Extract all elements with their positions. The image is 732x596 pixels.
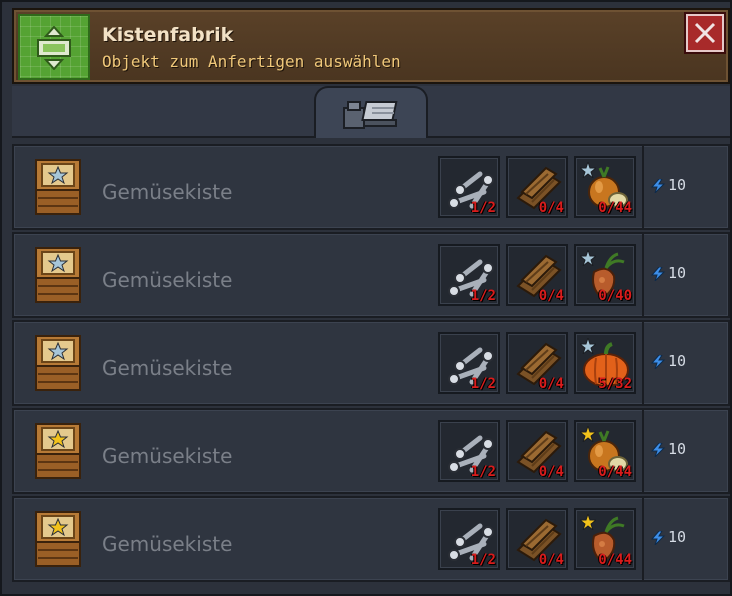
ingredient-count: 1/2 (470, 376, 496, 392)
lightning-icon (650, 530, 666, 545)
category-tab-bar (12, 86, 730, 138)
lightning-icon (650, 354, 666, 369)
window-subtitle: Objekt zum Anfertigen auswählen (102, 52, 401, 71)
energy-value: 10 (668, 352, 687, 370)
recipe-row-main[interactable]: Gemüsekiste 1/2 0/4 (14, 234, 644, 316)
ingredient-count: 1/2 (470, 464, 496, 480)
recipe-row-main[interactable]: Gemüsekiste 1/2 0/4 (14, 146, 644, 228)
close-button[interactable] (686, 14, 724, 52)
ingredient-count: 0/4 (538, 552, 564, 568)
ingredient-slot[interactable]: 0/4 (506, 508, 568, 570)
recipe-row[interactable]: Gemüsekiste 1/2 0/4 (12, 408, 730, 494)
ingredient-count: 0/44 (598, 552, 632, 568)
ingredient-slot[interactable]: 1/2 (438, 244, 500, 306)
recipe-name: Gemüsekiste (102, 180, 233, 204)
recipe-row[interactable]: Gemüsekiste 1/2 0/4 (12, 144, 730, 230)
ingredient-slot[interactable]: 1/2 (438, 508, 500, 570)
recipe-name: Gemüsekiste (102, 268, 233, 292)
ingredient-slot[interactable]: 0/44 (574, 420, 636, 482)
recipe-row-main[interactable]: Gemüsekiste 1/2 0/4 (14, 322, 644, 404)
silver-star-icon (580, 338, 596, 354)
ingredient-slot[interactable]: 0/40 (574, 244, 636, 306)
vegetable-crate-icon (34, 334, 82, 392)
ingredient-count: 1/2 (470, 288, 496, 304)
recipe-row-main[interactable]: Gemüsekiste 1/2 0/4 (14, 498, 644, 580)
ingredient-count: 0/44 (598, 200, 632, 216)
energy-cost: 10 (650, 264, 720, 288)
gold-star-icon (580, 514, 596, 530)
ingredient-slot[interactable]: 0/44 (574, 156, 636, 218)
silver-star-icon (580, 250, 596, 266)
ingredient-slot[interactable]: 0/4 (506, 156, 568, 218)
ingredient-count: 0/40 (598, 288, 632, 304)
ingredient-slot[interactable]: 1/2 (438, 332, 500, 394)
lightning-icon (650, 266, 666, 281)
ingredient-slot[interactable]: 0/4 (506, 420, 568, 482)
recipe-name: Gemüsekiste (102, 356, 233, 380)
energy-value: 10 (668, 528, 687, 546)
energy-cost: 10 (650, 528, 720, 552)
lightning-icon (650, 442, 666, 457)
workbench-tools-icon (343, 101, 398, 129)
ingredient-count: 5/32 (598, 376, 632, 392)
lightning-icon (650, 178, 666, 193)
recipe-row-main[interactable]: Gemüsekiste 1/2 0/4 (14, 410, 644, 492)
ingredient-slot[interactable]: 5/32 (574, 332, 636, 394)
vegetable-crate-icon (34, 510, 82, 568)
ingredient-count: 1/2 (470, 552, 496, 568)
crafting-window: Kistenfabrik Objekt zum Anfertigen auswä… (0, 0, 732, 596)
window-title: Kistenfabrik (102, 24, 234, 46)
ingredient-count: 0/44 (598, 464, 632, 480)
ingredient-count: 0/4 (538, 200, 564, 216)
ingredient-slot[interactable]: 1/2 (438, 156, 500, 218)
energy-cost: 10 (650, 176, 720, 200)
energy-cost: 10 (650, 440, 720, 464)
ingredient-slot[interactable]: 0/4 (506, 244, 568, 306)
tab-workbench[interactable] (314, 86, 428, 138)
close-icon (694, 22, 716, 44)
recipe-row[interactable]: Gemüsekiste 1/2 0/4 (12, 232, 730, 318)
vegetable-crate-icon (34, 158, 82, 216)
ingredient-slot[interactable]: 0/4 (506, 332, 568, 394)
energy-value: 10 (668, 264, 687, 282)
gold-star-icon (580, 426, 596, 442)
ingredient-slot[interactable]: 1/2 (438, 420, 500, 482)
ingredient-count: 0/4 (538, 464, 564, 480)
ingredient-count: 1/2 (470, 200, 496, 216)
vegetable-crate-icon (34, 246, 82, 304)
factory-green-icon (18, 14, 90, 80)
ingredient-slot[interactable]: 0/44 (574, 508, 636, 570)
silver-star-icon (580, 162, 596, 178)
energy-cost: 10 (650, 352, 720, 376)
energy-value: 10 (668, 176, 687, 194)
vegetable-crate-icon (34, 422, 82, 480)
window-header: Kistenfabrik Objekt zum Anfertigen auswä… (12, 8, 730, 84)
recipe-name: Gemüsekiste (102, 444, 233, 468)
ingredient-count: 0/4 (538, 376, 564, 392)
recipe-name: Gemüsekiste (102, 532, 233, 556)
energy-value: 10 (668, 440, 687, 458)
recipe-row[interactable]: Gemüsekiste 1/2 0/4 (12, 496, 730, 582)
recipe-row[interactable]: Gemüsekiste 1/2 0/4 (12, 320, 730, 406)
ingredient-count: 0/4 (538, 288, 564, 304)
